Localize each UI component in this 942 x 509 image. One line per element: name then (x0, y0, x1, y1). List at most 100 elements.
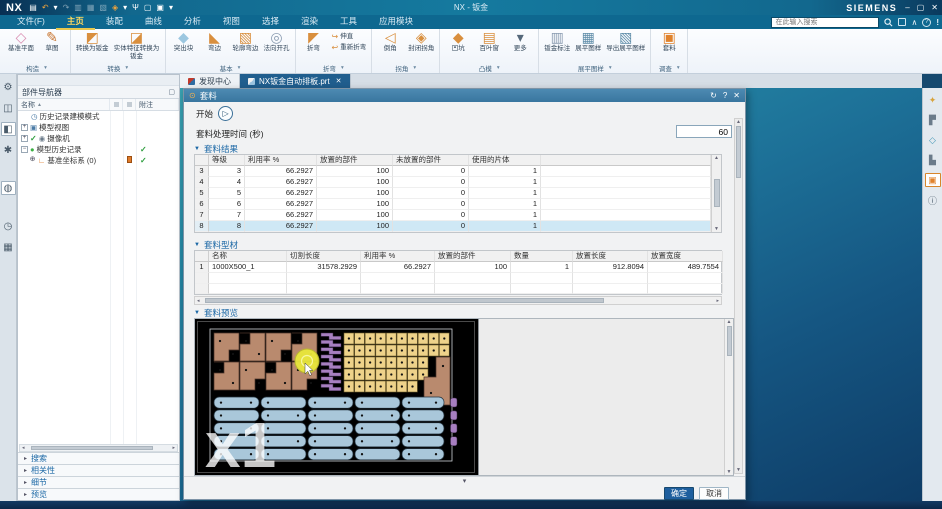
vscroll-thumb[interactable] (714, 179, 720, 207)
ribbon-button-dimple[interactable]: ◆凹坑 (444, 30, 472, 53)
menu-item-[interactable]: 装配 (95, 14, 134, 30)
results-row[interactable]: 8866.292710001 (195, 221, 711, 232)
start-play-button[interactable]: ▷ (218, 106, 233, 121)
ribbon-group-label[interactable]: 调查▾ (655, 63, 683, 73)
info-icon[interactable]: ⓘ (925, 193, 941, 207)
scroll-up-icon[interactable]: ▲ (727, 319, 732, 325)
navigator-section-预览[interactable]: ▸预览 (18, 488, 179, 500)
doc-tab[interactable]: NX钣金自动排板.prt✕ (240, 74, 351, 88)
ribbon-group-label[interactable]: 构造▾ (7, 63, 66, 73)
minimize-ribbon-icon[interactable]: ∧ (911, 18, 917, 27)
expander-icon[interactable]: + (21, 135, 28, 142)
chevron-down-icon[interactable]: ▾ (125, 65, 128, 71)
column-header[interactable]: 放置的部件 (435, 251, 511, 262)
close-button[interactable]: ✕ (931, 3, 938, 12)
column-comment[interactable]: 附注 (136, 99, 179, 110)
help-icon[interactable]: ? (922, 18, 931, 27)
navigator-section-相关性[interactable]: ▸相关性 (18, 464, 179, 476)
results-vscrollbar[interactable]: ▲ ▼ (711, 155, 721, 232)
results-row[interactable]: 5566.292710001 (195, 188, 711, 199)
scroll-left-icon[interactable]: ◂ (20, 445, 27, 451)
swap-window-icon[interactable]: ▢ (144, 0, 152, 15)
menu-item-[interactable]: 应用模块 (368, 14, 424, 30)
ribbon-button-datum-plane[interactable]: ◇基准平面 (7, 30, 35, 53)
copy-icon[interactable]: ▦ (87, 0, 95, 15)
search-icon[interactable] (884, 18, 893, 27)
menu-item-[interactable]: 视图 (212, 14, 251, 30)
nesting-icon[interactable]: ▣ (925, 173, 941, 187)
chevron-down-icon[interactable]: ▾ (238, 65, 241, 71)
dialog-close-icon[interactable]: ✕ (733, 91, 740, 100)
time-input[interactable] (676, 125, 732, 138)
save-icon[interactable]: ▤ (29, 0, 37, 15)
restore-button[interactable]: ▢ (917, 3, 925, 12)
menu-item-[interactable]: 分析 (173, 14, 212, 30)
ribbon-button-sketch[interactable]: ✎草图 (38, 30, 66, 53)
menu-item-[interactable]: 主页 (56, 14, 95, 30)
stock-hscrollbar[interactable]: ◂ ▸ (194, 296, 722, 305)
chevron-down-icon[interactable]: ▾ (609, 65, 612, 71)
navigator-section-搜索[interactable]: ▸搜索 (18, 452, 179, 464)
ribbon-button-nesting[interactable]: ▣套料 (655, 30, 683, 53)
column-header[interactable]: 未放置的部件 (393, 155, 469, 166)
menu-item-[interactable]: 选择 (251, 14, 290, 30)
column-header[interactable]: 名称 (209, 251, 287, 262)
scroll-right-icon[interactable]: ▸ (170, 445, 177, 451)
ribbon-button-export-flat-pattern[interactable]: ▧导出展平图样 (605, 30, 646, 53)
scroll-down-icon[interactable]: ▼ (727, 469, 732, 475)
results-row[interactable]: 7766.292710001 (195, 210, 711, 221)
scroll-down-icon[interactable]: ▼ (736, 467, 741, 473)
ribbon-button-unbend[interactable]: ↪伸直 (331, 32, 368, 41)
column-header[interactable] (541, 155, 711, 166)
ribbon-button-bend[interactable]: ◤折弯 (300, 30, 328, 53)
ribbon-button-tab[interactable]: ◆突出块 (170, 30, 198, 53)
vscroll-thumb[interactable] (727, 326, 732, 356)
ribbon-button-louver[interactable]: ▤百叶窗 (475, 30, 503, 53)
column-header[interactable]: 等级 (209, 155, 245, 166)
assembly-navigator-icon[interactable]: ◫ (1, 101, 16, 115)
window-cascade-icon[interactable]: ▣ (156, 0, 164, 15)
column-header[interactable] (195, 251, 209, 262)
ribbon-group-label[interactable]: 转换▾ (75, 63, 161, 73)
column-header[interactable]: 数量 (511, 251, 573, 262)
results-row[interactable]: 4466.292710001 (195, 177, 711, 188)
results-row[interactable]: 3366.292710001 (195, 166, 711, 177)
preview-vscrollbar[interactable]: ▲ ▼ (724, 319, 733, 475)
dialog-titlebar[interactable]: ⊙ 套料 ↻ ? ✕ (184, 89, 745, 102)
navigator-header[interactable]: 部件导航器 ▢ (18, 86, 179, 99)
ribbon-button-sheetmetal-callout[interactable]: ▥钣金标注 (543, 30, 571, 53)
titlebar[interactable]: NX ▤↶▾↷▥▦▧◈▾Ψ▢▣▾ NX - 钣金 SIEMENS – ▢ ✕ (0, 0, 942, 15)
gear-icon[interactable]: ⚙ (1, 80, 16, 94)
stock-row[interactable] (195, 273, 723, 284)
ribbon-button-flat-pattern[interactable]: ▦展平图样 (574, 30, 602, 53)
scroll-up-icon[interactable]: ▲ (714, 155, 719, 161)
part-navigator-icon[interactable]: ◧ (1, 122, 16, 136)
undo-icon[interactable]: ↶ (42, 0, 49, 15)
ribbon-button-closed-corner[interactable]: ◈封闭拐角 (407, 30, 435, 53)
window-menu-icon[interactable]: ▾ (169, 0, 173, 15)
column-status-icon[interactable] (110, 99, 123, 110)
popout-icon[interactable]: ▢ (168, 88, 175, 96)
column-header[interactable]: 切割长度 (287, 251, 361, 262)
expander-icon[interactable]: ⊕ (29, 157, 36, 164)
ribbon-button-flange[interactable]: ◣弯边 (201, 30, 229, 53)
chevron-down-icon[interactable]: ▾ (413, 65, 416, 71)
stock-row[interactable]: 11000X500_131578.292966.29271001912.8094… (195, 262, 723, 273)
ribbon-button-rebend[interactable]: ↩重新折弯 (331, 43, 368, 52)
scroll-left-icon[interactable]: ◂ (195, 298, 202, 304)
ribbon-group-label[interactable]: 展平图样▾ (543, 63, 646, 73)
color-menu-icon[interactable]: ▾ (123, 0, 127, 15)
cancel-button[interactable]: 取消 (699, 487, 729, 500)
column-name[interactable]: 名称 ▲ (18, 99, 110, 110)
sparkle-icon[interactable]: ✦ (925, 93, 941, 107)
column-header[interactable]: 放置的部件 (317, 155, 393, 166)
undo-menu-icon[interactable]: ▾ (54, 0, 58, 15)
ribbon-group-label[interactable]: 拐角▾ (376, 63, 435, 73)
menu-item-[interactable]: 曲线 (134, 14, 173, 30)
reset-icon[interactable]: ↻ (710, 91, 717, 100)
vscroll-thumb[interactable] (736, 126, 741, 178)
history-icon[interactable]: ◷ (1, 219, 16, 233)
column-header[interactable] (195, 155, 209, 166)
scroll-right-icon[interactable]: ▸ (714, 298, 721, 304)
tab-close-icon[interactable]: ✕ (336, 77, 342, 85)
